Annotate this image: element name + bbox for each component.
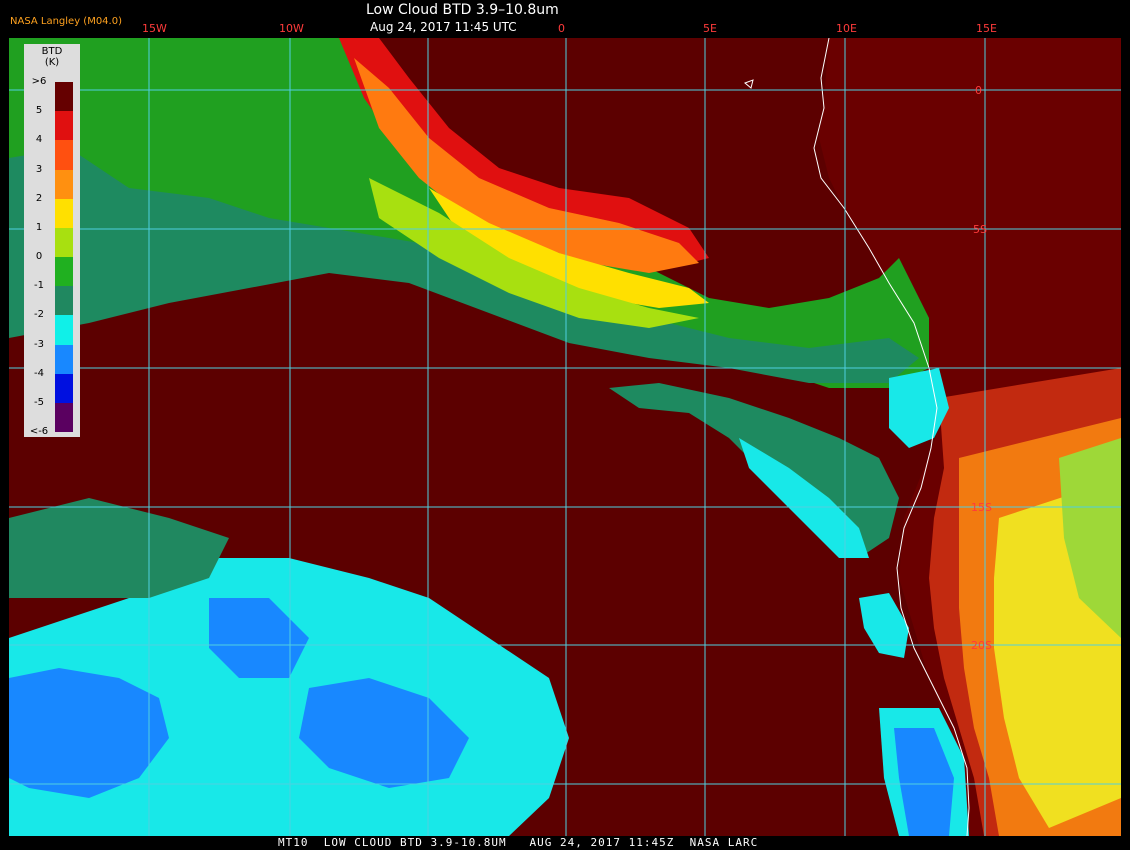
legend-swatch bbox=[55, 402, 73, 433]
legend-title: BTD bbox=[41, 46, 63, 57]
satellite-map: 15W 0 5S 15S 20S bbox=[9, 38, 1121, 836]
legend-tick-label: 4 bbox=[35, 134, 43, 146]
legend-tick-label: 2 bbox=[35, 192, 43, 204]
legend-tick-label: 5 bbox=[35, 105, 43, 117]
legend-tick-label: -3 bbox=[34, 338, 44, 350]
legend-tick-label: -4 bbox=[34, 367, 44, 379]
lat-label-20s: 20S bbox=[971, 639, 992, 652]
lon-label-10e: 10E bbox=[836, 22, 857, 35]
legend-color-bar bbox=[55, 82, 73, 433]
lon-label-15w: 15W bbox=[142, 22, 167, 35]
legend-tick-label: >6 bbox=[31, 76, 47, 87]
legend-swatch bbox=[55, 344, 73, 375]
lon-label-10w: 10W bbox=[279, 22, 304, 35]
legend-tick-label: 0 bbox=[35, 251, 43, 262]
legend-tick-label: -1 bbox=[34, 280, 44, 292]
legend-tick-label: 1 bbox=[35, 221, 43, 233]
color-legend: BTD (K) >6 5 4 3 2 1 0 -1 -2 -3 -4 -5 <-6 bbox=[24, 44, 80, 437]
legend-swatch bbox=[55, 286, 73, 316]
legend-tick-label: -5 bbox=[34, 396, 44, 408]
legend-tick-label: 3 bbox=[35, 163, 43, 175]
legend-unit: (K) bbox=[44, 57, 60, 68]
lat-label-15s: 15S bbox=[971, 501, 992, 514]
lon-labels: 15W 10W 0 5E 10E 15E bbox=[0, 22, 1130, 36]
legend-swatch bbox=[55, 169, 73, 200]
lon-label-0: 0 bbox=[558, 22, 565, 35]
legend-swatch bbox=[55, 315, 73, 345]
legend-tick-label: -2 bbox=[34, 309, 44, 321]
footer-caption: MT10 LOW CLOUD BTD 3.9-10.8UM AUG 24, 20… bbox=[278, 836, 759, 849]
lat-label-0: 0 bbox=[975, 84, 982, 97]
legend-tick-label: <-6 bbox=[29, 426, 49, 437]
lon-label-15e: 15E bbox=[976, 22, 997, 35]
legend-swatch bbox=[55, 227, 73, 258]
legend-swatch bbox=[55, 140, 73, 170]
legend-swatch bbox=[55, 111, 73, 141]
lat-label-5s: 5S bbox=[973, 223, 987, 236]
map-title: Low Cloud BTD 3.9–10.8um bbox=[366, 2, 559, 18]
lon-label-5e: 5E bbox=[703, 22, 717, 35]
legend-swatch bbox=[55, 257, 73, 287]
legend-swatch bbox=[55, 373, 73, 404]
footer: MT10 LOW CLOUD BTD 3.9-10.8UM AUG 24, 20… bbox=[0, 836, 1130, 850]
map-image: 15W 0 5S 15S 20S bbox=[9, 38, 1121, 836]
legend-header: BTD (K) bbox=[24, 46, 80, 68]
legend-swatch bbox=[55, 82, 73, 112]
legend-swatch bbox=[55, 198, 73, 229]
